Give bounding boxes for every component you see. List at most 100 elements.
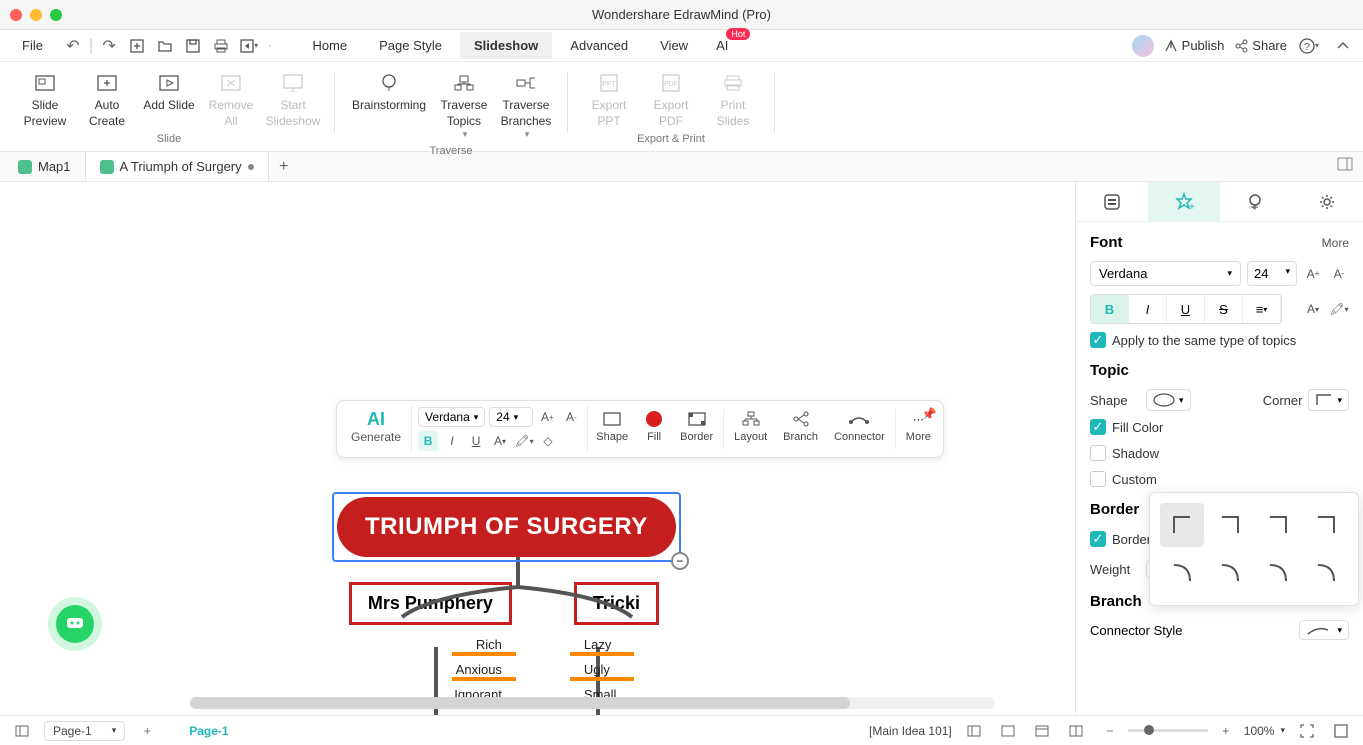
traverse-topics-button[interactable]: Traverse Topics: [435, 70, 493, 141]
highlight-button[interactable]: 🖍▾: [514, 431, 534, 451]
decrease-font[interactable]: A-: [1329, 264, 1349, 284]
corner-option-round-1[interactable]: [1160, 551, 1204, 595]
open-button[interactable]: [153, 34, 177, 58]
remove-all-button[interactable]: Remove All: [202, 70, 260, 129]
panel-tab-map[interactable]: [1220, 182, 1292, 221]
ai-generate-button[interactable]: AI Generate: [341, 405, 412, 453]
fill-tool[interactable]: Fill: [636, 405, 672, 453]
corner-option-square-alt2[interactable]: [1304, 503, 1348, 547]
connector-style-select[interactable]: ▾: [1299, 620, 1349, 640]
export-pdf-button[interactable]: PDFExport PDF: [642, 70, 700, 129]
close-window[interactable]: [10, 9, 22, 21]
slide-preview-button[interactable]: Slide Preview: [16, 70, 74, 129]
share-button[interactable]: Share: [1234, 38, 1287, 53]
panel-tab-outline[interactable]: [1076, 182, 1148, 221]
corner-option-square-alt[interactable]: [1256, 503, 1300, 547]
start-slideshow-button[interactable]: Start Slideshow: [264, 70, 322, 129]
corner-option-round-3[interactable]: [1256, 551, 1300, 595]
underline-button[interactable]: U: [1167, 295, 1205, 323]
font-family-select[interactable]: Verdana▾: [1090, 261, 1241, 286]
add-tab-button[interactable]: +: [269, 158, 299, 176]
redo-button[interactable]: ↷: [97, 34, 121, 58]
align-button[interactable]: ≡▾: [1243, 295, 1281, 323]
font-more[interactable]: More: [1322, 236, 1349, 250]
font-size-select[interactable]: 24 ▾: [489, 407, 533, 427]
canvas[interactable]: 📌 AI Generate Verdana ▾ 24 ▾ A+ A- B I U…: [0, 182, 1075, 715]
shape-select[interactable]: ▾: [1146, 389, 1191, 411]
corner-option-round-2[interactable]: [1208, 551, 1252, 595]
page-select[interactable]: Page-1▾: [44, 721, 125, 741]
clear-format-button[interactable]: ◇: [538, 431, 558, 451]
menu-home[interactable]: Home: [298, 32, 361, 59]
increase-font-button[interactable]: A+: [537, 407, 557, 427]
increase-font[interactable]: A+: [1303, 264, 1323, 284]
border-tool[interactable]: Border: [672, 405, 721, 453]
collapse-handle[interactable]: −: [671, 552, 689, 570]
corner-option-round-4[interactable]: [1304, 551, 1348, 595]
export-ppt-button[interactable]: PPTExport PPT: [580, 70, 638, 129]
save-button[interactable]: [181, 34, 205, 58]
corner-option-square-tr[interactable]: [1208, 503, 1252, 547]
undo-button[interactable]: ↶: [61, 34, 85, 58]
connector-tool[interactable]: Connector: [826, 405, 893, 453]
layout-tool[interactable]: Layout: [726, 405, 775, 453]
file-menu[interactable]: File: [8, 34, 57, 57]
chat-assistant-button[interactable]: [56, 605, 94, 643]
new-button[interactable]: [125, 34, 149, 58]
sub-node-1[interactable]: Mrs Pumphery: [349, 582, 512, 625]
user-avatar[interactable]: [1132, 35, 1154, 57]
highlight-button[interactable]: 🖍▾: [1329, 299, 1349, 319]
scrollbar-thumb[interactable]: [190, 697, 850, 709]
shadow-checkbox[interactable]: Shadow: [1090, 445, 1349, 461]
font-size-select[interactable]: 24▾: [1247, 261, 1297, 286]
sub-node-2[interactable]: Tricki: [574, 582, 659, 625]
bold-button[interactable]: B: [1091, 295, 1129, 323]
add-page-button[interactable]: +: [135, 719, 159, 743]
zoom-slider[interactable]: [1128, 729, 1208, 732]
custom-checkbox[interactable]: Custom: [1090, 471, 1349, 487]
italic-button[interactable]: I: [442, 431, 462, 451]
font-color-button[interactable]: A▾: [1303, 299, 1323, 319]
branch-tool[interactable]: Branch: [775, 405, 826, 453]
add-slide-button[interactable]: Add Slide: [140, 70, 198, 129]
minimize-window[interactable]: [30, 9, 42, 21]
leaf-item[interactable]: Rich: [422, 637, 512, 652]
zoom-out-button[interactable]: −: [1098, 719, 1122, 743]
collapse-ribbon[interactable]: [1331, 34, 1355, 58]
underline-button[interactable]: U: [466, 431, 486, 451]
decrease-font-button[interactable]: A-: [561, 407, 581, 427]
bold-button[interactable]: B: [418, 431, 438, 451]
fullscreen-button[interactable]: [1329, 719, 1353, 743]
leaf-item[interactable]: Anxious: [422, 662, 512, 677]
panel-tab-style[interactable]: +: [1148, 182, 1220, 221]
italic-button[interactable]: I: [1129, 295, 1167, 323]
corner-select[interactable]: ▾: [1308, 389, 1349, 411]
pages-panel-toggle[interactable]: [10, 719, 34, 743]
menu-page-style[interactable]: Page Style: [365, 32, 456, 59]
traverse-branches-button[interactable]: Traverse Branches: [497, 70, 555, 141]
font-color-button[interactable]: A▾: [490, 431, 510, 451]
fill-color-checkbox[interactable]: ✓ Fill Color: [1090, 419, 1349, 435]
fit-screen-button[interactable]: [1295, 719, 1319, 743]
auto-create-button[interactable]: Auto Create: [78, 70, 136, 129]
view-mode-4[interactable]: [1064, 719, 1088, 743]
page-tab[interactable]: Page-1: [169, 724, 248, 738]
publish-button[interactable]: Publish: [1164, 38, 1225, 53]
shape-tool[interactable]: Shape: [588, 405, 636, 453]
layout-toggle[interactable]: [1327, 157, 1363, 176]
menu-view[interactable]: View: [646, 32, 702, 59]
view-mode-3[interactable]: [1030, 719, 1054, 743]
brainstorming-button[interactable]: Brainstorming: [347, 70, 431, 141]
panel-tab-settings[interactable]: [1291, 182, 1363, 221]
tab-triumph[interactable]: A Triumph of Surgery: [86, 152, 269, 181]
horizontal-scrollbar[interactable]: [190, 697, 995, 709]
view-mode-2[interactable]: [996, 719, 1020, 743]
leaf-item[interactable]: Lazy: [574, 637, 664, 652]
apply-same-checkbox[interactable]: ✓ Apply to the same type of topics: [1090, 332, 1349, 348]
menu-advanced[interactable]: Advanced: [556, 32, 642, 59]
tab-map1[interactable]: Map1: [4, 152, 86, 181]
export-button[interactable]: ▾: [237, 34, 261, 58]
help-button[interactable]: ?▾: [1297, 34, 1321, 58]
menu-slideshow[interactable]: Slideshow: [460, 32, 552, 59]
font-family-select[interactable]: Verdana ▾: [418, 407, 485, 427]
